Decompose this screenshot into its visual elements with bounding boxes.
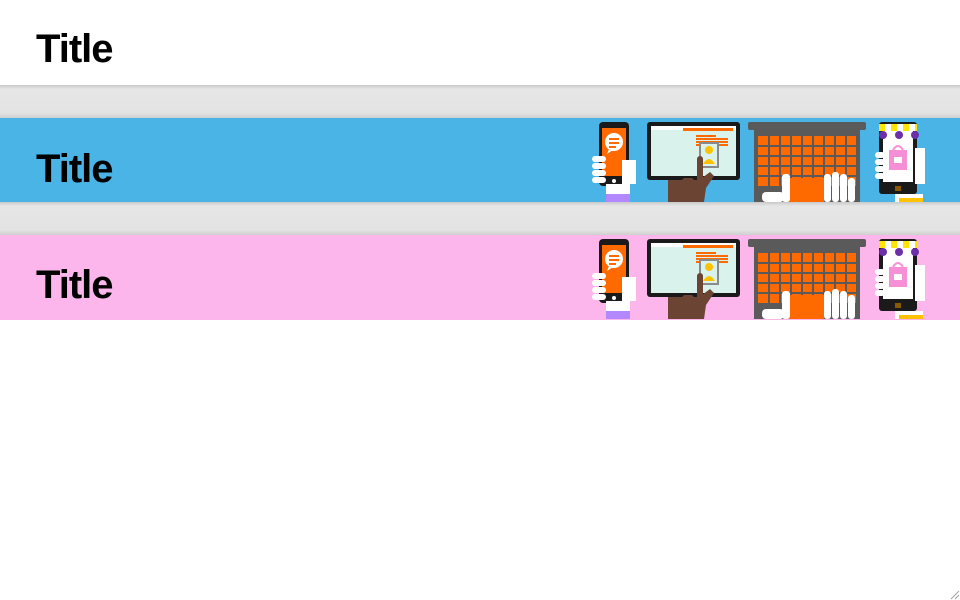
banner-white: Title (0, 0, 960, 85)
banner-title: Title (36, 27, 114, 71)
banner-pink: Title (0, 235, 960, 320)
divider (0, 85, 960, 118)
shopping-devices-illustration (591, 122, 926, 202)
shopping-devices-illustration (591, 239, 926, 319)
divider (0, 202, 960, 235)
banner-blue: Title (0, 118, 960, 202)
banner-title: Title (36, 263, 114, 307)
banner-title: Title (36, 147, 114, 191)
resize-grip-icon[interactable] (948, 588, 960, 600)
